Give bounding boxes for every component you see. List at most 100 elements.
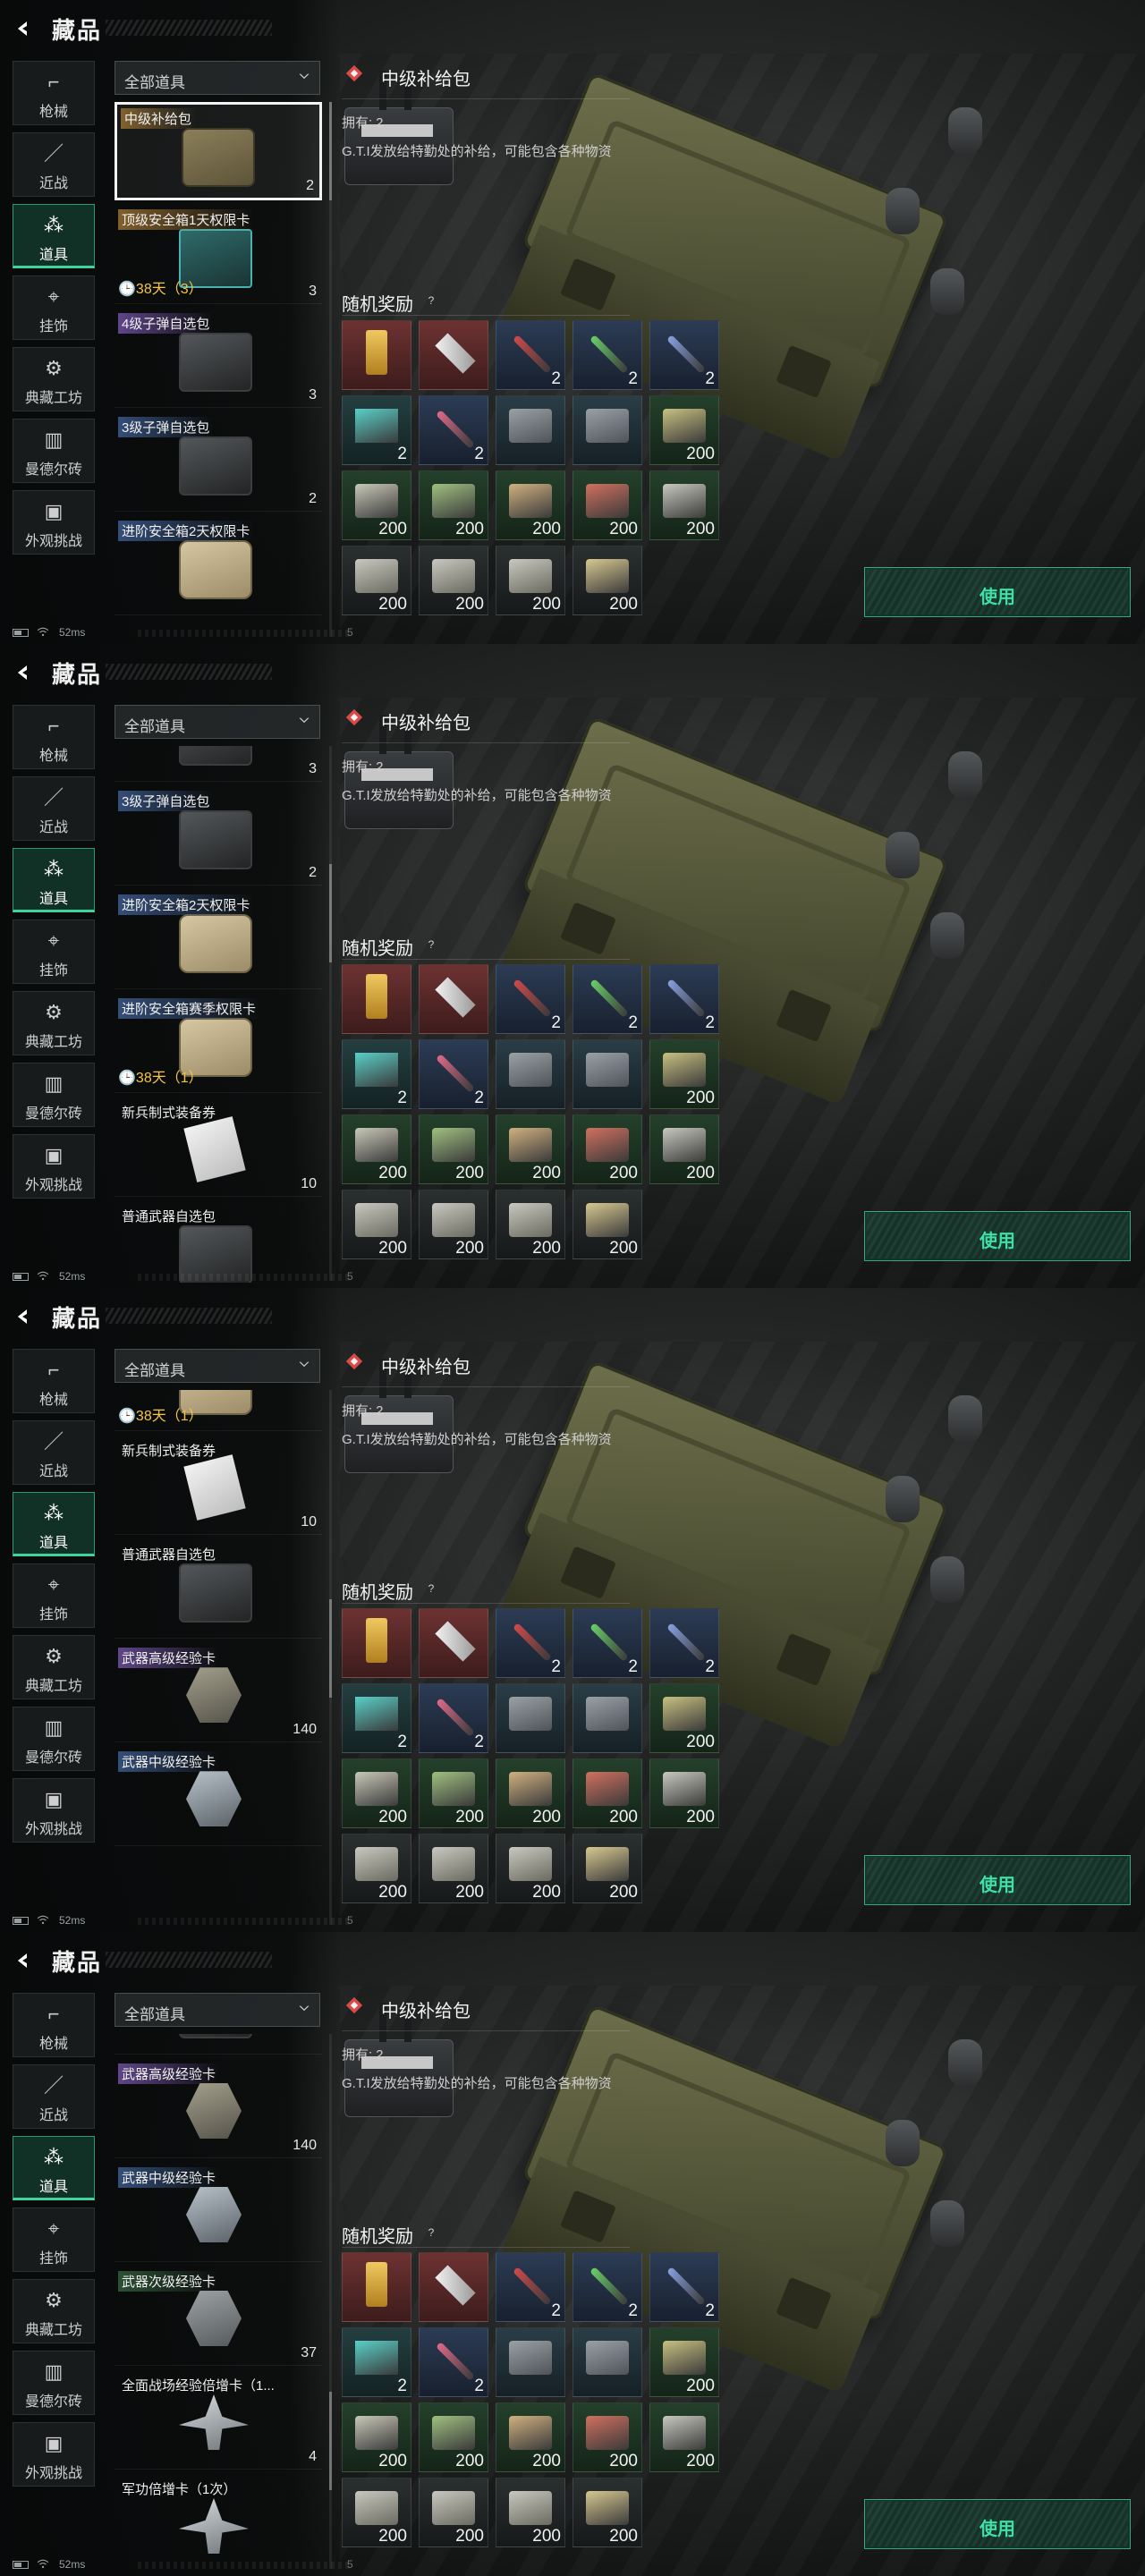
reward-slot[interactable]: 200 [419, 1758, 488, 1828]
reward-slot[interactable]: 200 [342, 470, 411, 540]
back-button[interactable] [13, 662, 34, 683]
rail-item-charm[interactable]: ⌖ 挂饰 [13, 275, 95, 340]
reward-slot[interactable]: 2 [496, 320, 565, 390]
reward-slot[interactable]: 2 [419, 1683, 488, 1753]
reward-slot[interactable]: 2 [496, 2252, 565, 2322]
back-button[interactable] [13, 1306, 34, 1327]
rail-item-knife[interactable]: ／ 近战 [13, 1420, 95, 1485]
rail-item-knife[interactable]: ／ 近战 [13, 2064, 95, 2129]
reward-slot[interactable]: 2 [572, 2252, 642, 2322]
reward-slot[interactable]: 200 [419, 2402, 488, 2472]
reward-slot[interactable] [342, 2252, 411, 2322]
reward-slot[interactable]: 2 [572, 320, 642, 390]
item-list[interactable]: 武器高级经验卡 140 武器中级经验卡 武器次级经验卡 37 全面战场经验倍增卡（1...… [114, 2034, 326, 2571]
rail-item-charm[interactable]: ⌖ 挂饰 [13, 919, 95, 984]
reward-slot[interactable]: 2 [342, 1039, 411, 1109]
reward-slot[interactable]: 2 [496, 964, 565, 1034]
rail-item-charm[interactable]: ⌖ 挂饰 [13, 2207, 95, 2272]
list-item[interactable]: 武器次级经验卡 37 [114, 2267, 322, 2366]
help-icon[interactable]: ? [424, 1581, 438, 1596]
list-item[interactable]: 武器中级经验卡 [114, 2164, 322, 2262]
list-item[interactable]: 进阶安全箱2天权限卡 [114, 517, 322, 615]
rail-item-appearance-challenge[interactable]: ▣ 外观挑战 [13, 1778, 95, 1843]
item-list[interactable]: 中级补给包 2 顶级安全箱1天权限卡 🕒38天（3） 3 4级子弹自选包 3 3级子弹自选包 2… [114, 102, 326, 639]
item-filter-dropdown[interactable]: 全部道具 [114, 61, 320, 95]
reward-slot[interactable] [419, 2252, 488, 2322]
reward-slot[interactable]: 2 [649, 2252, 719, 2322]
reward-slot[interactable]: 200 [496, 470, 565, 540]
reward-slot[interactable]: 200 [496, 1758, 565, 1828]
list-item[interactable]: 普通武器自选包 [114, 1540, 322, 1640]
list-item[interactable]: 顶级安全箱1天权限卡 🕒38天（3） 3 [114, 206, 322, 304]
rail-item-workshop[interactable]: ⚙ 典藏工坊 [13, 2279, 95, 2343]
item-list[interactable]: 进阶安全箱赛季权限卡🕒38天（1） 新兵制式装备券 10 普通武器自选包武器高级经验卡… [114, 1390, 326, 1927]
reward-slot[interactable]: 200 [419, 1114, 488, 1184]
reward-slot[interactable]: 2 [342, 1683, 411, 1753]
reward-slot[interactable]: 200 [496, 2402, 565, 2472]
rail-item-mandel-brick[interactable]: ▥ 曼德尔砖 [13, 1063, 95, 1127]
reward-slot[interactable]: 200 [419, 1190, 488, 1259]
reward-slot[interactable]: 200 [649, 2327, 719, 2397]
list-item[interactable]: 武器高级经验卡 140 [114, 2060, 322, 2158]
reward-slot[interactable]: 200 [342, 1758, 411, 1828]
rail-item-charm[interactable]: ⌖ 挂饰 [13, 1563, 95, 1628]
rail-item-appearance-challenge[interactable]: ▣ 外观挑战 [13, 1134, 95, 1199]
item-filter-dropdown[interactable]: 全部道具 [114, 1993, 320, 2027]
reward-slot[interactable]: 2 [496, 1608, 565, 1678]
reward-slot[interactable]: 200 [649, 470, 719, 540]
item-filter-dropdown[interactable]: 全部道具 [114, 1349, 320, 1383]
use-button[interactable]: 使用 [864, 1855, 1131, 1905]
rail-item-items[interactable]: ⁂ 道具 [13, 1492, 95, 1556]
reward-slot[interactable]: 2 [649, 964, 719, 1034]
reward-slot[interactable]: 200 [496, 2478, 565, 2547]
list-item[interactable]: 进阶安全箱赛季权限卡🕒38天（1） [114, 1390, 322, 1432]
reward-slot[interactable]: 200 [649, 1758, 719, 1828]
help-icon[interactable]: ? [424, 937, 438, 952]
reward-slot[interactable]: 200 [419, 2478, 488, 2547]
reward-slot[interactable]: 200 [572, 1114, 642, 1184]
rail-item-items[interactable]: ⁂ 道具 [13, 204, 95, 268]
reward-slot[interactable]: 200 [649, 2402, 719, 2472]
rail-item-mandel-brick[interactable]: ▥ 曼德尔砖 [13, 1707, 95, 1771]
list-item[interactable]: 3级子弹自选包 2 [114, 413, 322, 512]
reward-slot[interactable]: 200 [419, 1834, 488, 1903]
list-item[interactable] [114, 2034, 322, 2055]
reward-slot[interactable] [496, 1039, 565, 1109]
reward-slot[interactable]: 200 [572, 470, 642, 540]
reward-slot[interactable]: 200 [572, 1758, 642, 1828]
item-list[interactable]: 3 3级子弹自选包 2 进阶安全箱2天权限卡 进阶安全箱赛季权限卡 🕒38天（1） 新兵制式… [114, 746, 326, 1283]
reward-slot[interactable]: 200 [572, 1190, 642, 1259]
list-scrollbar-thumb[interactable] [329, 1599, 332, 1699]
back-button[interactable] [13, 18, 34, 39]
list-item[interactable]: 4级子弹自选包 3 [114, 309, 322, 408]
reward-slot[interactable]: 200 [572, 1834, 642, 1903]
list-item[interactable]: 3级子弹自选包 2 [114, 787, 322, 886]
reward-slot[interactable]: 200 [649, 1683, 719, 1753]
reward-slot[interactable]: 200 [572, 2402, 642, 2472]
reward-slot[interactable] [342, 964, 411, 1034]
list-item[interactable]: 普通武器自选包 [114, 1202, 322, 1283]
reward-slot[interactable]: 200 [496, 1834, 565, 1903]
reward-slot[interactable] [419, 1608, 488, 1678]
reward-slot[interactable] [572, 2327, 642, 2397]
list-item[interactable]: 军功倍增卡（1次） [114, 2475, 322, 2571]
rail-item-workshop[interactable]: ⚙ 典藏工坊 [13, 991, 95, 1055]
reward-slot[interactable]: 200 [572, 2478, 642, 2547]
reward-slot[interactable]: 2 [572, 964, 642, 1034]
reward-slot[interactable]: 2 [342, 2327, 411, 2397]
list-item[interactable]: 全面战场经验倍增卡（1... 4 [114, 2371, 322, 2470]
item-filter-dropdown[interactable]: 全部道具 [114, 705, 320, 739]
help-icon[interactable]: ? [424, 2225, 438, 2240]
reward-slot[interactable] [342, 320, 411, 390]
reward-slot[interactable]: 200 [496, 546, 565, 615]
use-button[interactable]: 使用 [864, 2499, 1131, 2549]
reward-slot[interactable]: 200 [342, 546, 411, 615]
reward-slot[interactable]: 2 [419, 1039, 488, 1109]
rail-item-gun[interactable]: ⌐ 枪械 [13, 61, 95, 125]
rail-item-mandel-brick[interactable]: ▥ 曼德尔砖 [13, 419, 95, 483]
reward-slot[interactable] [496, 1683, 565, 1753]
list-item[interactable]: 3 [114, 746, 322, 783]
reward-slot[interactable]: 200 [496, 1114, 565, 1184]
rail-item-appearance-challenge[interactable]: ▣ 外观挑战 [13, 490, 95, 555]
rail-item-workshop[interactable]: ⚙ 典藏工坊 [13, 1635, 95, 1699]
